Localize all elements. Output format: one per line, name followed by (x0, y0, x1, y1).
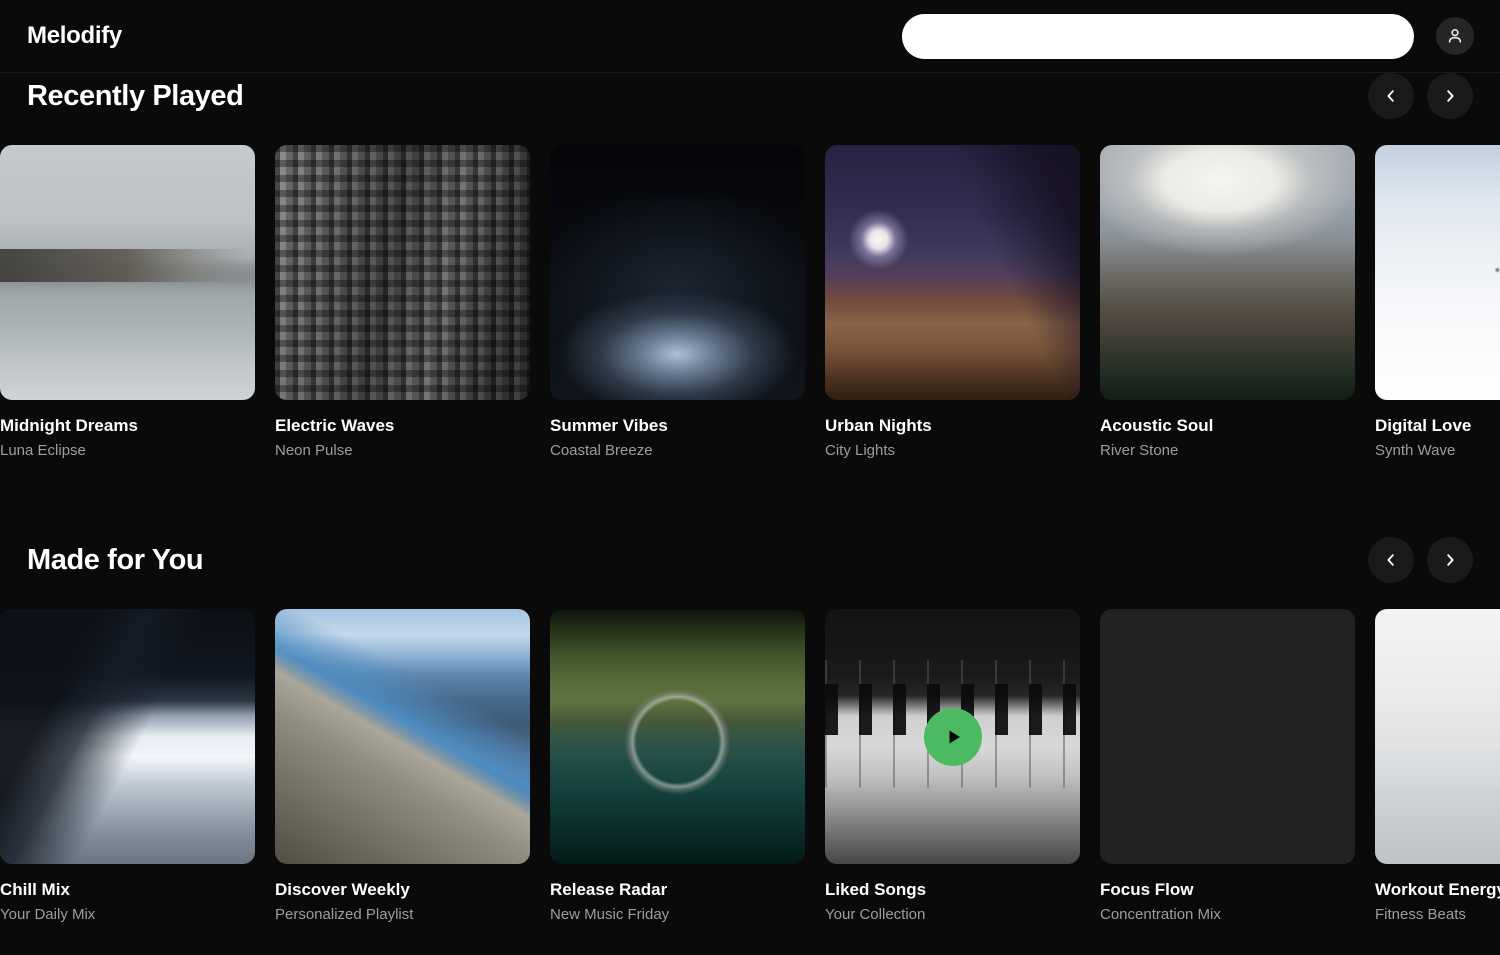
playlist-card[interactable]: Summer Vibes Coastal Breeze (550, 145, 805, 459)
album-art (0, 145, 255, 400)
section-title: Made for You (27, 544, 203, 577)
chevron-right-icon (1441, 551, 1459, 569)
section-made-for-you: Made for You Chill Mix Your Daily Mix Di… (0, 537, 1500, 923)
playlist-card[interactable]: Chill Mix Your Daily Mix (0, 609, 255, 923)
album-art (825, 609, 1080, 864)
section-header: Made for You (0, 537, 1500, 583)
card-subtitle: City Lights (825, 442, 1080, 459)
carousel-next-button[interactable] (1427, 537, 1473, 583)
chevron-right-icon (1441, 87, 1459, 105)
card-subtitle: Neon Pulse (275, 442, 530, 459)
card-subtitle: Fitness Beats (1375, 906, 1500, 923)
main-content: Recently Played Midnight Dreams Luna Ecl… (0, 73, 1500, 923)
carousel-prev-button[interactable] (1368, 537, 1414, 583)
playlist-card[interactable]: Acoustic Soul River Stone (1100, 145, 1355, 459)
card-subtitle: Concentration Mix (1100, 906, 1355, 923)
chevron-left-icon (1382, 551, 1400, 569)
playlist-card[interactable]: Urban Nights City Lights (825, 145, 1080, 459)
album-art (275, 145, 530, 400)
album-art (550, 145, 805, 400)
card-subtitle: Your Daily Mix (0, 906, 255, 923)
user-icon (1445, 26, 1465, 46)
card-title: Digital Love (1375, 416, 1500, 436)
card-row: Midnight Dreams Luna Eclipse Electric Wa… (0, 145, 1500, 459)
playlist-card[interactable]: Digital Love Synth Wave (1375, 145, 1500, 459)
carousel-nav (1368, 73, 1473, 119)
card-title: Electric Waves (275, 416, 530, 436)
playlist-card[interactable]: Workout Energy Fitness Beats (1375, 609, 1500, 923)
app-logo: Melodify (27, 22, 122, 50)
card-title: Chill Mix (0, 880, 255, 900)
play-icon (941, 725, 965, 749)
card-title: Urban Nights (825, 416, 1080, 436)
carousel-nav (1368, 537, 1473, 583)
playlist-card[interactable]: Discover Weekly Personalized Playlist (275, 609, 530, 923)
search-input[interactable] (902, 14, 1414, 59)
card-subtitle: New Music Friday (550, 906, 805, 923)
carousel-prev-button[interactable] (1368, 73, 1414, 119)
card-title: Workout Energy (1375, 880, 1500, 900)
album-art (0, 609, 255, 864)
card-subtitle: Luna Eclipse (0, 442, 255, 459)
card-subtitle: River Stone (1100, 442, 1355, 459)
chevron-left-icon (1382, 87, 1400, 105)
card-title: Acoustic Soul (1100, 416, 1355, 436)
header-right-group (902, 14, 1474, 59)
section-title: Recently Played (27, 80, 243, 113)
card-title: Release Radar (550, 880, 805, 900)
album-art (825, 145, 1080, 400)
playlist-card[interactable]: Midnight Dreams Luna Eclipse (0, 145, 255, 459)
album-art (1375, 609, 1500, 864)
profile-button[interactable] (1436, 17, 1474, 55)
album-art (1100, 145, 1355, 400)
album-art (550, 609, 805, 864)
card-title: Focus Flow (1100, 880, 1355, 900)
album-art (1375, 145, 1500, 400)
carousel-next-button[interactable] (1427, 73, 1473, 119)
playlist-card[interactable]: Release Radar New Music Friday (550, 609, 805, 923)
card-subtitle: Synth Wave (1375, 442, 1500, 459)
album-art (275, 609, 530, 864)
app-header: Melodify (0, 0, 1500, 73)
card-title: Discover Weekly (275, 880, 530, 900)
card-title: Midnight Dreams (0, 416, 255, 436)
playlist-card[interactable]: Focus Flow Concentration Mix (1100, 609, 1355, 923)
section-recently-played: Recently Played Midnight Dreams Luna Ecl… (0, 73, 1500, 459)
section-header: Recently Played (0, 73, 1500, 119)
album-art (1100, 609, 1355, 864)
card-subtitle: Coastal Breeze (550, 442, 805, 459)
card-title: Summer Vibes (550, 416, 805, 436)
card-subtitle: Your Collection (825, 906, 1080, 923)
card-row: Chill Mix Your Daily Mix Discover Weekly… (0, 609, 1500, 923)
playlist-card[interactable]: Liked Songs Your Collection (825, 609, 1080, 923)
play-button[interactable] (924, 708, 982, 766)
card-subtitle: Personalized Playlist (275, 906, 530, 923)
playlist-card[interactable]: Electric Waves Neon Pulse (275, 145, 530, 459)
card-title: Liked Songs (825, 880, 1080, 900)
